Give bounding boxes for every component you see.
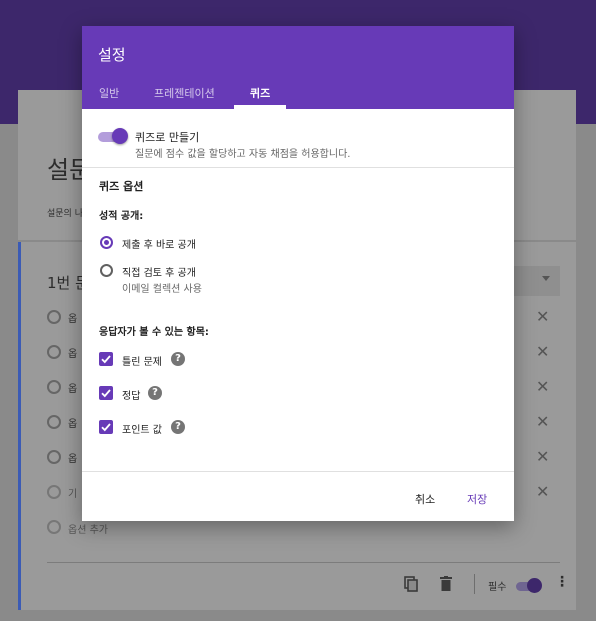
option-radio bbox=[47, 520, 61, 534]
tab-presentation[interactable]: 프레젠테이션 bbox=[154, 85, 215, 101]
form-description[interactable]: 설문의 나 bbox=[47, 206, 83, 219]
option-label[interactable]: 옵 bbox=[68, 345, 77, 360]
option-radio bbox=[47, 485, 61, 499]
option-label[interactable]: 옵 bbox=[68, 415, 77, 430]
grade-release-heading: 성적 공개: bbox=[99, 211, 144, 222]
checkbox-missed-questions[interactable] bbox=[99, 352, 113, 366]
settings-dialog: 설정 일반 프레젠테이션 퀴즈 퀴즈로 만들기 질문에 점수 값을 할당하고 자… bbox=[82, 26, 514, 521]
option-label[interactable]: 옵 bbox=[68, 380, 77, 395]
copy-icon[interactable] bbox=[404, 576, 418, 596]
release-after-review-label[interactable]: 직접 검토 후 공개 bbox=[122, 264, 196, 279]
quiz-toggle-description: 질문에 점수 값을 할당하고 자동 채점을 허용합니다. bbox=[135, 149, 351, 160]
dialog-title: 설정 bbox=[98, 46, 126, 64]
tab-quiz[interactable]: 퀴즈 bbox=[250, 85, 270, 101]
divider bbox=[47, 562, 560, 563]
quiz-options-heading: 퀴즈 옵션 bbox=[99, 180, 144, 193]
option-radio bbox=[47, 310, 61, 324]
close-icon[interactable]: ✕ bbox=[536, 377, 549, 396]
point-values-label[interactable]: 포인트 값 bbox=[122, 421, 162, 436]
save-button[interactable]: 저장 bbox=[467, 491, 487, 507]
option-radio bbox=[47, 415, 61, 429]
checkbox-point-values[interactable] bbox=[99, 420, 113, 434]
close-icon[interactable]: ✕ bbox=[536, 412, 549, 431]
option-label[interactable]: 옵 bbox=[68, 310, 77, 325]
close-icon[interactable]: ✕ bbox=[536, 307, 549, 326]
dialog-header bbox=[82, 26, 514, 109]
divider bbox=[82, 471, 514, 472]
radio-release-after-review[interactable] bbox=[100, 264, 113, 277]
help-icon[interactable]: ? bbox=[171, 352, 185, 366]
quiz-toggle-label: 퀴즈로 만들기 bbox=[135, 131, 200, 144]
tab-general[interactable]: 일반 bbox=[99, 85, 119, 101]
respondent-view-heading: 응답자가 볼 수 있는 항목: bbox=[99, 327, 209, 338]
help-icon[interactable]: ? bbox=[148, 386, 162, 400]
close-icon[interactable]: ✕ bbox=[536, 482, 549, 501]
quiz-toggle-thumb[interactable] bbox=[112, 128, 128, 144]
trash-icon[interactable] bbox=[440, 576, 452, 595]
option-radio bbox=[47, 345, 61, 359]
close-icon[interactable]: ✕ bbox=[536, 342, 549, 361]
help-icon[interactable]: ? bbox=[171, 420, 185, 434]
radio-release-immediately[interactable] bbox=[100, 236, 113, 249]
close-icon[interactable]: ✕ bbox=[536, 447, 549, 466]
option-radio bbox=[47, 380, 61, 394]
checkbox-correct-answers[interactable] bbox=[99, 386, 113, 400]
divider bbox=[82, 167, 514, 168]
option-label[interactable]: 옵 bbox=[68, 450, 77, 465]
add-option-link[interactable]: 옵션 추가 bbox=[68, 521, 108, 536]
release-after-review-sublabel: 이메일 컬렉션 사용 bbox=[122, 284, 202, 295]
release-immediately-label[interactable]: 제출 후 바로 공개 bbox=[122, 236, 196, 251]
missed-questions-label[interactable]: 틀린 문제 bbox=[122, 353, 162, 368]
required-toggle-thumb bbox=[527, 578, 542, 593]
option-radio bbox=[47, 450, 61, 464]
divider bbox=[474, 574, 475, 594]
chevron-down-icon bbox=[542, 276, 550, 281]
active-tab-indicator bbox=[234, 105, 286, 109]
required-label: 필수 bbox=[488, 582, 507, 593]
cancel-button[interactable]: 취소 bbox=[415, 491, 435, 507]
more-vert-icon[interactable]: ⋮ bbox=[555, 574, 569, 590]
correct-answers-label[interactable]: 정답 bbox=[122, 387, 140, 402]
other-option-label[interactable]: 기 bbox=[68, 485, 77, 500]
